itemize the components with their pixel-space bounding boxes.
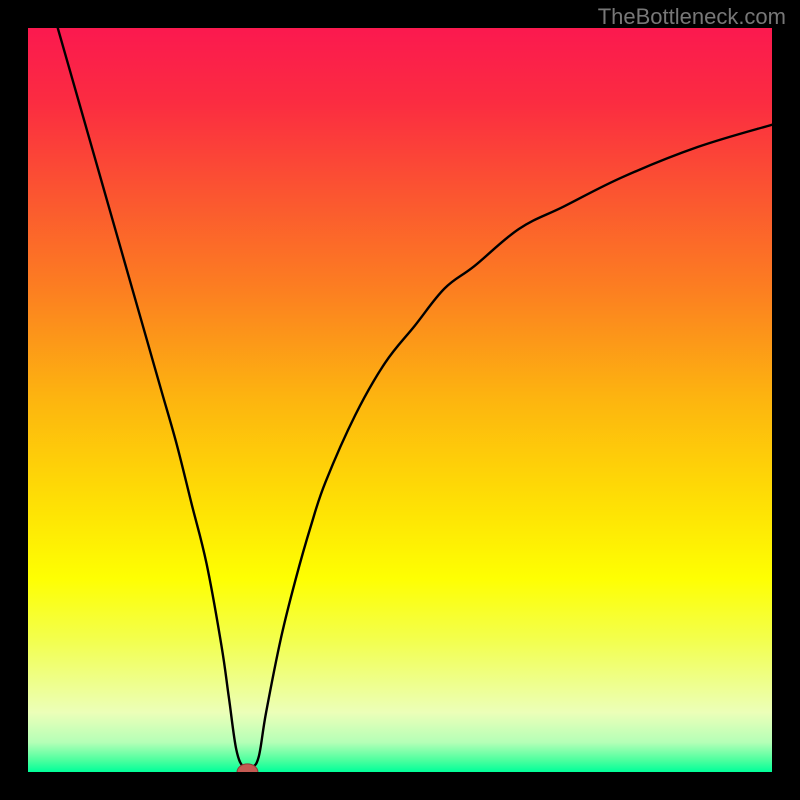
bottleneck-chart — [28, 28, 772, 772]
watermark-text: TheBottleneck.com — [598, 4, 786, 30]
chart-frame: TheBottleneck.com — [0, 0, 800, 800]
gradient-background — [28, 28, 772, 772]
plot-area — [28, 28, 772, 772]
